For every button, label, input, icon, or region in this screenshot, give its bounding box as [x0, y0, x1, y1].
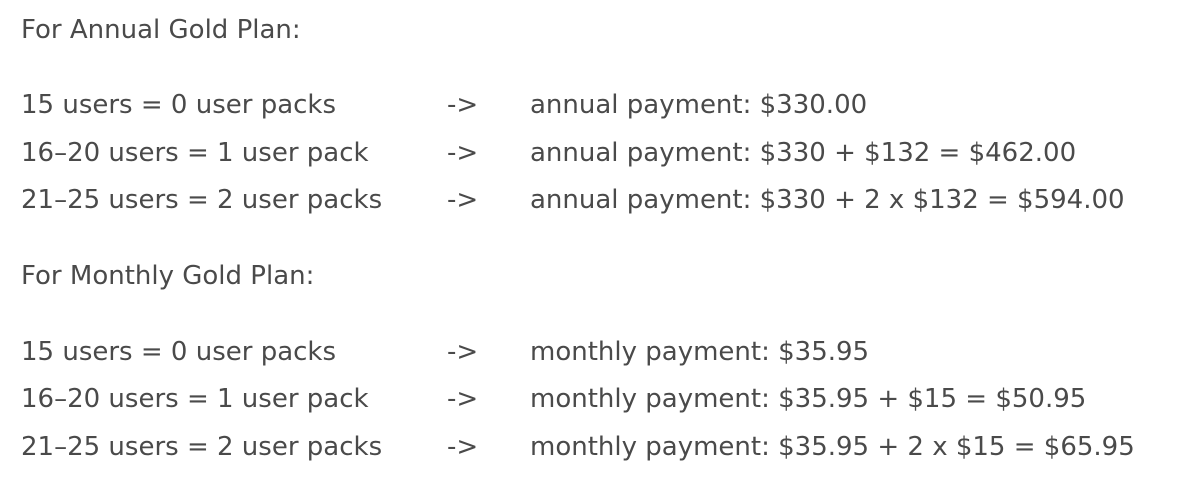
monthly-row-2: 16–20 users = 1 user pack -> monthly pay…	[0, 386, 1188, 416]
pricing-document: { "annual": { "heading": "For Annual Gol…	[0, 0, 1188, 486]
annual-row-1: 15 users = 0 user packs -> annual paymen…	[0, 92, 1188, 122]
users-range: 15 users = 0 user packs	[21, 337, 337, 367]
payment-formula: monthly payment: $35.95 + 2 x $15 = $65.…	[530, 432, 1135, 462]
arrow: ->	[447, 432, 479, 462]
annual-plan-heading: For Annual Gold Plan:	[21, 15, 301, 45]
arrow: ->	[447, 337, 479, 367]
payment-formula: monthly payment: $35.95 + $15 = $50.95	[530, 384, 1087, 414]
monthly-row-1: 15 users = 0 user packs -> monthly payme…	[0, 339, 1188, 369]
users-range: 21–25 users = 2 user packs	[21, 185, 383, 215]
payment-formula: annual payment: $330 + $132 = $462.00	[530, 138, 1077, 168]
users-range: 16–20 users = 1 user pack	[21, 138, 369, 168]
annual-row-3: 21–25 users = 2 user packs -> annual pay…	[0, 187, 1188, 217]
users-range: 21–25 users = 2 user packs	[21, 432, 383, 462]
payment-formula: annual payment: $330.00	[530, 90, 868, 120]
arrow: ->	[447, 138, 479, 168]
annual-row-2: 16–20 users = 1 user pack -> annual paym…	[0, 140, 1188, 170]
arrow: ->	[447, 384, 479, 414]
payment-formula: monthly payment: $35.95	[530, 337, 870, 367]
users-range: 15 users = 0 user packs	[21, 90, 337, 120]
monthly-row-3: 21–25 users = 2 user packs -> monthly pa…	[0, 434, 1188, 464]
payment-formula: annual payment: $330 + 2 x $132 = $594.0…	[530, 185, 1125, 215]
arrow: ->	[447, 185, 479, 215]
arrow: ->	[447, 90, 479, 120]
monthly-plan-heading: For Monthly Gold Plan:	[21, 261, 315, 291]
users-range: 16–20 users = 1 user pack	[21, 384, 369, 414]
